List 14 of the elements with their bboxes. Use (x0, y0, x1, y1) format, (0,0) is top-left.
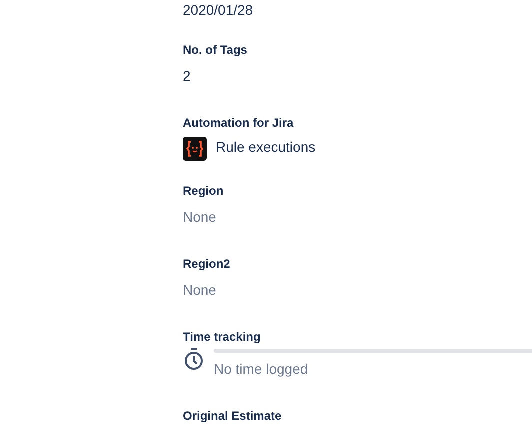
field-value: None (183, 281, 216, 300)
field-value: 2 (183, 67, 191, 86)
app-logo-icon (183, 137, 207, 161)
field-label: Time tracking (183, 329, 261, 345)
date-value: 2020/01/28 (183, 1, 254, 20)
stopwatch-icon (183, 347, 205, 371)
field-label: Original Estimate (183, 408, 282, 424)
field-label: Region (183, 183, 224, 199)
field-label: Region2 (183, 256, 230, 272)
field-label: No. of Tags (183, 42, 248, 58)
field-value: None (183, 208, 216, 227)
app-link[interactable]: Rule executions (216, 137, 316, 157)
time-logged-text: No time logged (214, 360, 308, 379)
field-label: Automation for Jira (183, 115, 294, 131)
